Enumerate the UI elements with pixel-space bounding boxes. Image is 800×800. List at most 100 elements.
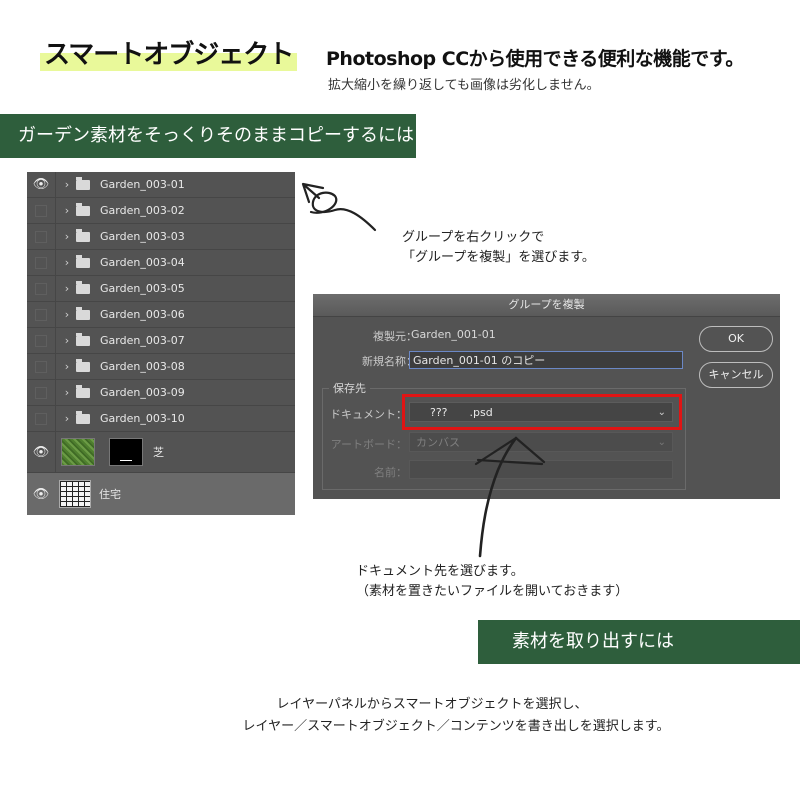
visibility-toggle[interactable] [27,250,56,275]
artboard-label: アートボード： [330,438,407,451]
annotation-line: 「グループを複製」を選びます。 [402,250,595,265]
new-name-field[interactable]: Garden_001-01 のコピー [409,351,683,369]
layer-group-row[interactable]: › Garden_003-03 [27,224,295,250]
layers-panel: 👁 › Garden_003-01 › Garden_003-02 › Garden_003… [27,172,295,515]
page-note: 拡大縮小を繰り返しても画像は劣化しません。 [328,78,600,93]
layer-group-row[interactable]: › Garden_003-04 [27,250,295,276]
folder-icon [76,176,90,190]
hidden-visibility-icon [35,256,47,269]
chevron-right-icon[interactable]: › [60,230,74,243]
hand-drawn-arrow-icon [301,182,377,232]
layer-group-row[interactable]: › Garden_003-10 [27,406,295,432]
eye-icon: 👁 [32,177,50,192]
hidden-visibility-icon [35,308,47,321]
layer-group-name: Garden_003-09 [100,386,185,399]
folder-icon [76,410,90,424]
annotation-document: ドキュメント先を選びます。 （素材を置きたいファイルを開いておきます） [356,562,628,602]
chevron-right-icon[interactable]: › [60,178,74,191]
layer-group-name: Garden_003-04 [100,256,185,269]
chevron-right-icon[interactable]: › [60,360,74,373]
name-label: 名前： [374,466,407,479]
section-heading-export: 素材を取り出すには [478,620,800,664]
annotation-line: グループを右クリックで [402,230,545,245]
layer-group-name: Garden_003-03 [100,230,185,243]
folder-icon [76,384,90,398]
folder-icon [76,332,90,346]
artboard-value: カンバス [416,436,460,449]
highlight-box [402,394,682,430]
folder-icon [76,358,90,372]
chevron-right-icon[interactable]: › [60,204,74,217]
layer-house-smart-object[interactable]: 👁 住宅 [27,473,295,515]
layer-group-row[interactable]: › Garden_003-08 [27,354,295,380]
layer-name: 芝 [153,446,164,459]
page-subtitle: Photoshop CCから使用できる便利な機能です。 [326,48,744,70]
section-heading-copy: ガーデン素材をそっくりそのままコピーするには [0,114,416,158]
ok-button[interactable]: OK [699,326,773,352]
cancel-button[interactable]: キャンセル [699,362,773,388]
layer-grass[interactable]: 👁 芝 [27,432,295,473]
visibility-toggle[interactable] [27,276,56,301]
layer-group-name: Garden_003-06 [100,308,185,321]
chevron-right-icon[interactable]: › [60,334,74,347]
visibility-toggle[interactable] [27,328,56,353]
layer-group-row[interactable]: 👁 › Garden_003-01 [27,172,295,198]
visibility-toggle[interactable] [27,354,56,379]
layer-group-row[interactable]: › Garden_003-09 [27,380,295,406]
folder-icon [76,254,90,268]
chevron-right-icon[interactable]: › [60,256,74,269]
layer-group-name: Garden_003-01 [100,178,185,191]
source-label: 複製元： [373,330,417,343]
visibility-toggle[interactable] [27,302,56,327]
visibility-toggle[interactable] [27,380,56,405]
layer-group-row[interactable]: › Garden_003-05 [27,276,295,302]
hidden-visibility-icon [35,282,47,295]
layer-group-row[interactable]: › Garden_003-02 [27,198,295,224]
hand-drawn-arrow-icon [474,436,546,558]
chevron-right-icon[interactable]: › [60,386,74,399]
hidden-visibility-icon [35,386,47,399]
layer-group-name: Garden_003-08 [100,360,185,373]
hidden-visibility-icon [35,334,47,347]
hidden-visibility-icon [35,360,47,373]
layer-thumbnail [61,438,95,466]
visibility-toggle[interactable] [27,224,56,249]
layer-name: 住宅 [99,488,121,501]
hidden-visibility-icon [35,204,47,217]
folder-icon [76,280,90,294]
layer-group-name: Garden_003-02 [100,204,185,217]
chevron-right-icon[interactable]: › [60,282,74,295]
layer-group-name: Garden_003-10 [100,412,185,425]
layer-group-name: Garden_003-05 [100,282,185,295]
visibility-toggle[interactable] [27,198,56,223]
chevron-down-icon: ⌄ [657,437,666,448]
document-label: ドキュメント： [330,408,407,421]
hidden-visibility-icon [35,412,47,425]
chevron-right-icon[interactable]: › [60,412,74,425]
visibility-toggle[interactable]: 👁 [27,432,56,472]
layer-group-list: 👁 › Garden_003-01 › Garden_003-02 › Garden_003… [27,172,295,432]
hidden-visibility-icon [35,230,47,243]
visibility-toggle[interactable]: 👁 [27,172,56,197]
layer-mask-thumbnail [109,438,143,466]
eye-icon: 👁 [32,444,50,460]
visibility-toggle[interactable]: 👁 [27,473,55,515]
annotation-line: ドキュメント先を選びます。 [356,564,524,579]
visibility-toggle[interactable] [27,406,56,431]
annotation-right-click: グループを右クリックで 「グループを複製」を選びます。 [402,228,595,268]
source-value: Garden_001-01 [411,328,496,341]
instruction-line: レイヤーパネルからスマートオブジェクトを選択し、 [276,697,588,712]
annotation-line: （素材を置きたいファイルを開いておきます） [356,584,629,599]
instruction-line: レイヤー／スマートオブジェクト／コンテンツを書き出しを選択します。 [242,719,670,734]
layer-group-row[interactable]: › Garden_003-06 [27,302,295,328]
folder-icon [76,202,90,216]
eye-icon: 👁 [32,486,50,502]
destination-label: 保存先 [329,380,370,396]
page-title: スマートオブジェクト [40,36,298,74]
folder-icon [76,228,90,242]
chevron-right-icon[interactable]: › [60,308,74,321]
export-instruction: レイヤーパネルからスマートオブジェクトを選択し、 レイヤー／スマートオブジェクト… [0,694,800,738]
layer-group-row[interactable]: › Garden_003-07 [27,328,295,354]
dialog-title: グループを複製 [313,294,780,317]
new-name-label: 新規名称： [362,355,417,368]
